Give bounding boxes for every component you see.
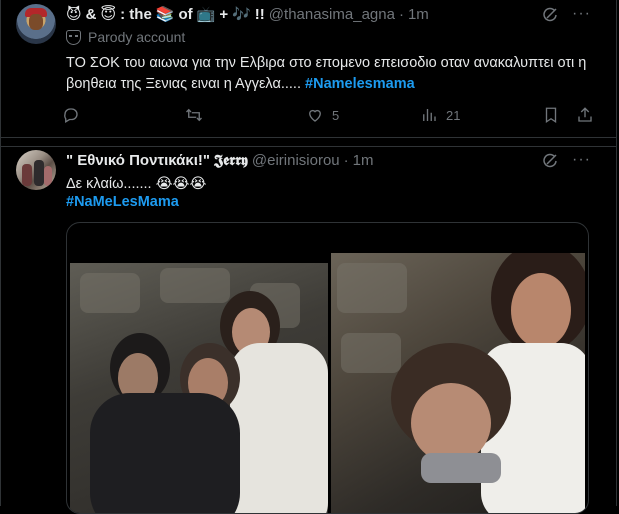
dark-clothing (90, 393, 240, 513)
timestamp[interactable]: 1m (353, 152, 374, 169)
like-count: 5 (332, 107, 340, 123)
tweet[interactable]: 😈 & 😇 : the 📚 of 📺 + 🎶 !! @thanasima_agn… (0, 0, 617, 138)
display-name-part[interactable]: & (86, 6, 97, 23)
stone-wall (160, 268, 230, 303)
tweet-actions: 5 21 (62, 106, 602, 126)
stone-wall (337, 263, 407, 313)
display-name-suffix[interactable]: 𝕵𝖊𝖗𝖗𝖞 (214, 151, 248, 169)
share-icon (578, 107, 592, 122)
views-count: 21 (446, 107, 461, 123)
tweet-text: ΤΟ ΣΟΚ του αιωνα για την Ελβιρα στο επομ… (66, 53, 591, 95)
avatar-face (29, 14, 43, 30)
girl-face (411, 383, 491, 463)
smiling-devil-emoji-icon: 😈 (66, 6, 82, 23)
parody-label: Parody account (66, 29, 185, 45)
media-container[interactable] (66, 222, 589, 514)
display-name-part[interactable]: of (178, 6, 192, 23)
parody-label-text: Parody account (88, 29, 186, 45)
book-emoji-icon: 📚 (155, 6, 175, 23)
hashtag-link[interactable]: #NaMeLesMama (66, 192, 179, 213)
music-notes-emoji-icon: 🎶 (232, 6, 251, 23)
user-handle[interactable]: @thanasima_agna (269, 6, 395, 23)
display-name-part[interactable]: !! (255, 6, 265, 23)
halo-emoji-icon: 😇 (100, 6, 117, 23)
retweet-icon (186, 108, 202, 122)
tweet-image-right[interactable] (331, 253, 585, 513)
avatar-figure (34, 160, 44, 186)
grok-icon[interactable] (541, 152, 559, 170)
reply-button[interactable] (62, 106, 80, 124)
views-button[interactable]: 21 (420, 106, 460, 124)
bookmark-button[interactable] (542, 106, 560, 124)
timestamp[interactable]: 1m (408, 6, 429, 23)
avatar[interactable] (16, 4, 56, 44)
tweet-image-left[interactable] (70, 263, 328, 513)
analytics-icon (423, 109, 436, 121)
retweet-button[interactable] (185, 106, 203, 124)
more-icon[interactable]: ··· (572, 5, 591, 23)
user-handle[interactable]: @eirinisiorou (252, 152, 340, 169)
separator-dot: · (398, 5, 404, 23)
reply-icon (64, 108, 78, 123)
like-button[interactable]: 5 (306, 106, 339, 124)
woman-face (511, 273, 571, 348)
display-name[interactable]: " Εθνικό Ποντικάκι!" (66, 152, 210, 169)
heart-icon (309, 109, 321, 122)
tweet-header: 😈 & 😇 : the 📚 of 📺 + 🎶 !! @thanasima_agn… (66, 5, 429, 24)
avatar-figure (44, 166, 52, 186)
display-name-part[interactable]: : the (120, 6, 152, 23)
mask-icon (66, 29, 81, 45)
bookmark-icon (545, 107, 557, 124)
tweet-header: " Εθνικό Ποντικάκι!" 𝕵𝖊𝖗𝖗𝖞 @eirinisiorou… (66, 151, 374, 169)
more-icon[interactable]: ··· (572, 151, 591, 169)
tv-emoji-icon: 📺 (196, 6, 216, 23)
grok-icon[interactable] (541, 6, 559, 24)
avatar[interactable] (16, 150, 56, 190)
display-name-part[interactable]: + (219, 6, 228, 23)
wristwatch (421, 453, 501, 483)
avatar-figure (22, 164, 32, 186)
stone-wall (341, 333, 401, 373)
stone-wall (80, 273, 140, 313)
separator-dot: · (343, 151, 349, 169)
white-blouse (230, 343, 328, 513)
share-button[interactable] (576, 106, 594, 124)
hashtag-link[interactable]: #Namelesmama (305, 76, 415, 92)
